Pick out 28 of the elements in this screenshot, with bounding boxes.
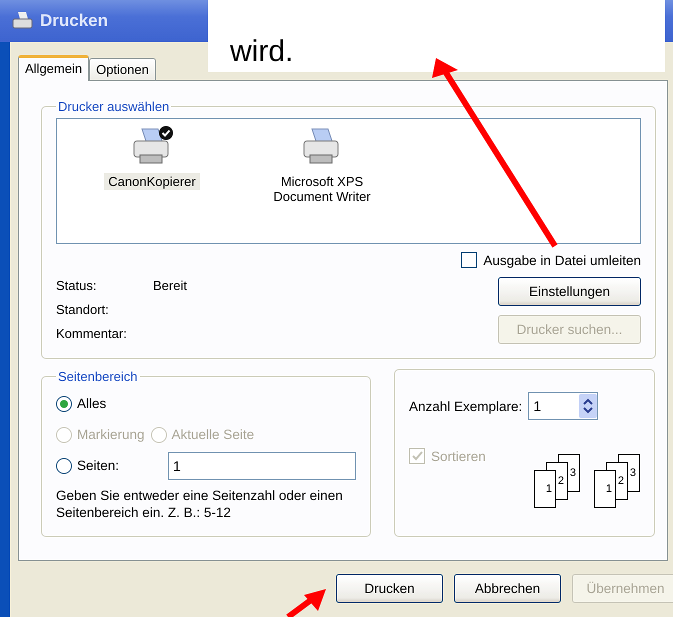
button[interactable]: Einstellungen bbox=[498, 277, 641, 306]
info-label: Kommentar: bbox=[56, 326, 128, 341]
callout-text: wird. bbox=[230, 35, 294, 68]
button[interactable]: Drucken bbox=[336, 574, 443, 603]
tab[interactable]: Allgemein bbox=[18, 55, 90, 81]
info-label: Standort: bbox=[56, 302, 110, 317]
spin-arrows-icon[interactable] bbox=[579, 394, 598, 418]
printer-item[interactable]: Microsoft XPS Document Writer bbox=[257, 173, 387, 205]
copies-label: Anzahl Exemplare: bbox=[409, 398, 522, 414]
arrow bbox=[286, 589, 326, 617]
printer-item[interactable]: CanonKopierer bbox=[104, 173, 200, 190]
pages-field[interactable]: 1 bbox=[168, 452, 356, 480]
window-title: Drucken bbox=[40, 11, 108, 31]
checkbox[interactable]: Ausgabe in Datei umleiten bbox=[461, 252, 641, 268]
tab[interactable]: Optionen bbox=[89, 58, 156, 80]
info-label: Status: bbox=[56, 278, 98, 293]
check-icon bbox=[412, 450, 422, 462]
group-title: Drucker auswählen bbox=[57, 99, 170, 114]
group-title: Seitenbereich bbox=[57, 369, 138, 384]
radio-button[interactable]: Seiten: bbox=[56, 458, 120, 474]
info-value: Bereit bbox=[153, 278, 187, 293]
radio-button[interactable]: Alles bbox=[56, 396, 106, 412]
button[interactable]: Abbrechen bbox=[454, 574, 561, 603]
page-icon: 1 bbox=[534, 470, 556, 508]
printer-icon bbox=[12, 11, 34, 31]
copies-spinner[interactable]: 1 bbox=[528, 392, 598, 420]
page-icon: 1 bbox=[594, 470, 616, 508]
hint-text: Geben Sie entweder eine Seitenzahl oder einen Seitenbereich ein. Z. B.: 5-12 bbox=[56, 487, 344, 521]
